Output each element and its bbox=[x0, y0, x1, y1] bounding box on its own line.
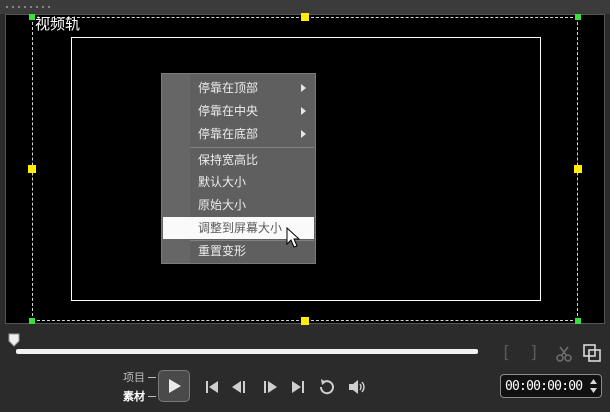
repeat-icon[interactable] bbox=[318, 378, 336, 396]
drag-grip-icon[interactable] bbox=[4, 5, 52, 9]
play-button[interactable] bbox=[158, 370, 190, 402]
menu-item-label: 调整到屏幕大小 bbox=[198, 221, 283, 235]
mouse-pointer-icon bbox=[286, 227, 301, 248]
timecode-value: 00:00:00:00 bbox=[505, 379, 583, 394]
next-frame-icon[interactable] bbox=[262, 379, 278, 395]
project-mode-label[interactable]: 项目 bbox=[123, 371, 145, 384]
corner-handle-bottom-left[interactable] bbox=[29, 318, 35, 324]
submenu-arrow-icon bbox=[301, 130, 306, 138]
mark-out-button[interactable]: ] bbox=[529, 343, 539, 363]
scissors-icon[interactable] bbox=[555, 345, 573, 363]
play-icon bbox=[169, 379, 181, 393]
menu-item-label: 保持宽高比 bbox=[198, 153, 259, 167]
mode-connector-line bbox=[148, 377, 156, 378]
menu-item-label: 停靠在底部 bbox=[198, 127, 259, 141]
menu-item-dock-center[interactable]: 停靠在中央 bbox=[163, 100, 314, 122]
scrub-slider-thumb[interactable] bbox=[8, 333, 20, 347]
corner-handle-top-left[interactable] bbox=[29, 14, 35, 20]
go-to-start-icon[interactable] bbox=[204, 379, 220, 395]
volume-icon[interactable] bbox=[347, 378, 367, 396]
track-label: 视频轨 bbox=[35, 15, 81, 33]
menu-item-keep-aspect-ratio[interactable]: 保持宽高比 bbox=[163, 149, 314, 171]
panel-title-bar[interactable] bbox=[0, 0, 610, 14]
scrub-bar[interactable] bbox=[16, 349, 478, 354]
menu-item-dock-top[interactable]: 停靠在顶部 bbox=[163, 77, 314, 99]
menu-item-default-size[interactable]: 默认大小 bbox=[163, 171, 314, 193]
submenu-arrow-icon bbox=[301, 84, 306, 92]
spinner-arrows-icon[interactable] bbox=[589, 378, 598, 394]
corner-handle-bottom-right[interactable] bbox=[575, 318, 581, 324]
enlarge-preview-icon[interactable] bbox=[583, 344, 602, 363]
menu-item-label: 停靠在中央 bbox=[198, 104, 259, 118]
menu-item-original-size[interactable]: 原始大小 bbox=[163, 194, 314, 216]
clip-mode-label[interactable]: 素材 bbox=[123, 390, 145, 403]
corner-handle-top-right[interactable] bbox=[575, 14, 581, 20]
timecode-field[interactable]: 00:00:00:00 bbox=[500, 374, 602, 398]
resize-handle-top[interactable] bbox=[301, 13, 309, 21]
menu-item-label: 停靠在顶部 bbox=[198, 81, 259, 95]
menu-item-label: 原始大小 bbox=[198, 198, 247, 212]
menu-item-dock-bottom[interactable]: 停靠在底部 bbox=[163, 123, 314, 145]
go-to-end-icon[interactable] bbox=[290, 379, 306, 395]
resize-handle-bottom[interactable] bbox=[301, 317, 309, 325]
previous-frame-icon[interactable] bbox=[231, 379, 247, 395]
menu-item-label: 重置变形 bbox=[198, 244, 247, 258]
menu-item-label: 默认大小 bbox=[198, 175, 247, 189]
resize-handle-right[interactable] bbox=[574, 165, 582, 173]
mark-in-button[interactable]: [ bbox=[501, 343, 511, 363]
mode-connector-line bbox=[148, 396, 156, 397]
resize-handle-left[interactable] bbox=[28, 165, 36, 173]
submenu-arrow-icon bbox=[301, 107, 306, 115]
menu-separator bbox=[190, 147, 314, 148]
